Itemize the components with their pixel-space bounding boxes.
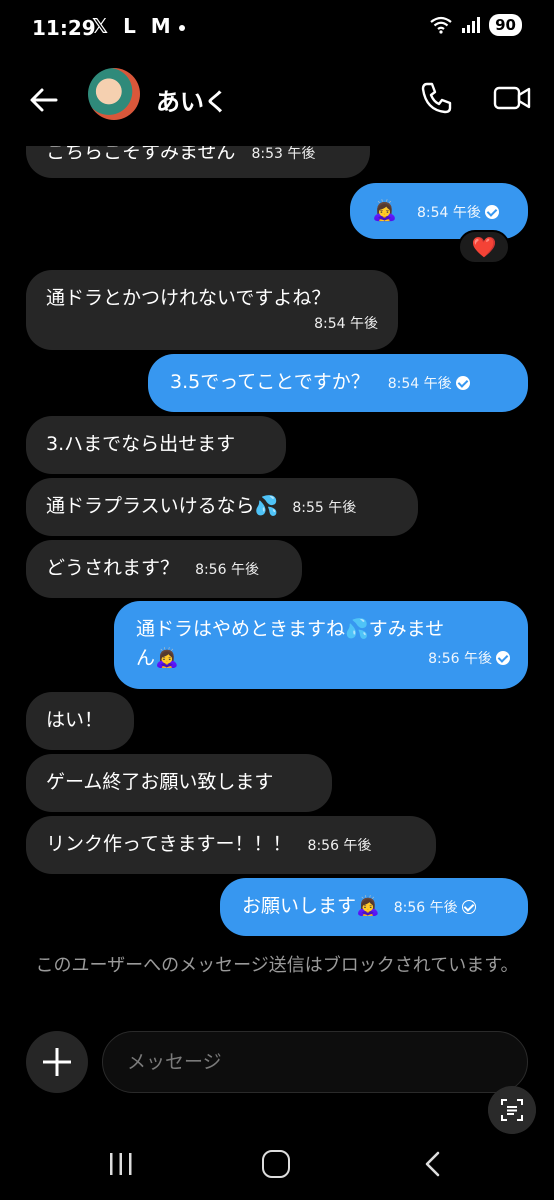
wifi-icon bbox=[430, 16, 452, 34]
message-text: どうされます？ bbox=[46, 557, 180, 579]
phone-icon[interactable] bbox=[418, 80, 454, 116]
message-outgoing[interactable]: 3.5でってことですか？ 8:54 午後 bbox=[148, 354, 528, 412]
message-text: はい！ bbox=[46, 709, 104, 731]
message-time: 8:55 午後 bbox=[292, 500, 357, 516]
message-text: 3.ハまでなら出せます bbox=[46, 433, 236, 455]
message-time: 8:56 午後 bbox=[307, 838, 372, 854]
system-nav-bar bbox=[0, 1130, 554, 1200]
notification-icons: 𝕏 L M bbox=[92, 14, 185, 38]
read-check-icon bbox=[455, 375, 470, 390]
message-text: 3.5でってことですか？ bbox=[170, 371, 370, 393]
status-bar: 11:29 𝕏 L M 90 bbox=[0, 0, 554, 56]
message-incoming[interactable]: ゲーム終了お願い致します bbox=[26, 754, 332, 812]
contact-name[interactable]: あいく bbox=[156, 82, 228, 117]
message-input[interactable] bbox=[102, 1031, 528, 1093]
message-text: お願いします🙇‍♀️ bbox=[242, 895, 380, 917]
avatar[interactable] bbox=[88, 68, 140, 120]
status-right: 90 bbox=[429, 14, 522, 36]
message-text: 通ドラとかつけれないですよね？ bbox=[46, 287, 331, 309]
message-text: 🙇‍♀️ bbox=[372, 198, 397, 222]
message-incoming[interactable]: はい！ bbox=[26, 692, 134, 750]
add-attachment-button[interactable] bbox=[26, 1031, 88, 1093]
message-outgoing[interactable]: 通ドラはやめときますね💦すみませ ん🙇‍♀️ 8:56 午後 bbox=[114, 601, 528, 689]
message-text: リンク作ってきますー！！！ bbox=[46, 833, 292, 855]
message-time: 8:56 午後 bbox=[428, 651, 492, 667]
message-time: 8:54 午後 bbox=[387, 376, 452, 392]
message-outgoing[interactable]: お願いします🙇‍♀️ 8:56 午後 bbox=[220, 878, 528, 936]
heart-reaction-icon[interactable]: ❤️ bbox=[458, 230, 510, 264]
message-incoming[interactable]: どうされます？ 8:56 午後 bbox=[26, 540, 302, 598]
status-time: 11:29 bbox=[32, 16, 96, 40]
message-incoming[interactable]: リンク作ってきますー！！！ 8:56 午後 bbox=[26, 816, 436, 874]
message-time: 8:56 午後 bbox=[393, 900, 458, 916]
message-incoming[interactable]: 3.ハまでなら出せます bbox=[26, 416, 286, 474]
message-incoming[interactable]: 通ドラプラスいけるなら💦 8:55 午後 bbox=[26, 478, 418, 536]
message-time: 8:54 午後 bbox=[416, 205, 481, 221]
scan-text-icon[interactable] bbox=[488, 1086, 536, 1134]
read-check-icon bbox=[484, 204, 499, 219]
message-outgoing[interactable]: 🙇‍♀️ 8:54 午後 bbox=[350, 183, 528, 239]
chat-header: あいく bbox=[0, 60, 554, 136]
message-row: ん🙇‍♀️ 8:56 午後 bbox=[136, 643, 510, 673]
message-text: こちらこそすみません bbox=[46, 141, 236, 163]
message-time: 8:53 午後 bbox=[251, 146, 316, 162]
message-time: 8:56 午後 bbox=[195, 562, 259, 578]
battery-indicator: 90 bbox=[489, 14, 522, 36]
sent-check-icon bbox=[461, 899, 476, 914]
dot-icon bbox=[178, 24, 185, 31]
back-chevron-icon[interactable] bbox=[420, 1150, 448, 1178]
blocked-notice: このユーザーへのメッセージ送信はブロックされています。 bbox=[35, 955, 519, 976]
message-text: 通ドラプラスいけるなら💦 bbox=[46, 495, 279, 517]
video-camera-icon[interactable] bbox=[492, 80, 532, 116]
message-text: ゲーム終了お願い致します bbox=[46, 771, 274, 793]
recents-icon[interactable] bbox=[108, 1152, 134, 1176]
message-time: 8:54 午後 bbox=[314, 316, 378, 332]
signal-icon bbox=[462, 17, 481, 33]
notification-icons-text: 𝕏 L M bbox=[92, 14, 175, 38]
read-check-icon bbox=[496, 650, 510, 665]
message-text-line-2: ん🙇‍♀️ bbox=[136, 647, 179, 669]
back-arrow-icon[interactable] bbox=[26, 82, 62, 118]
message-meta: 8:56 午後 bbox=[428, 643, 510, 673]
message-text-line-1: 通ドラはやめときますね💦すみませ bbox=[136, 618, 445, 640]
message-incoming[interactable]: 通ドラとかつけれないですよね？ 8:54 午後 bbox=[26, 270, 398, 350]
home-icon[interactable] bbox=[262, 1150, 290, 1178]
